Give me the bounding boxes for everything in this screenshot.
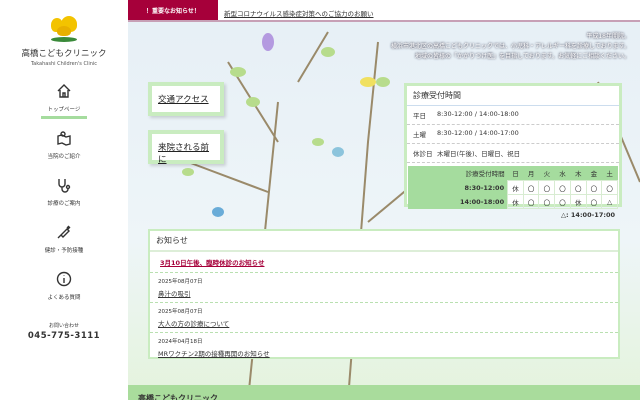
news-title: お知らせ	[150, 231, 618, 252]
hours-row: 休診日 木曜日(午後)、日曜日、祝日	[407, 144, 619, 163]
important-notice: ！重要なお知らせ！ 新型コロナウイルス感染症対策へのご協力のお願い	[128, 0, 640, 22]
table-header: 診療受付時間	[408, 166, 508, 181]
table-cell: 〇	[538, 194, 556, 209]
news-link[interactable]: MRワクチン2期の接種再開のお知らせ	[158, 348, 610, 358]
access-button[interactable]: 交通アクセス	[148, 82, 224, 116]
stethoscope-icon	[58, 179, 71, 193]
phone-number[interactable]: 045-775-3111	[0, 331, 128, 341]
nav-top[interactable]: トップページ	[0, 81, 128, 128]
hours-key: 平日	[413, 112, 426, 120]
table-cell: 〇	[569, 180, 587, 195]
news-urgent-link[interactable]: 3月10日午後、臨時休診のお知らせ	[150, 252, 618, 273]
news-item: 2025年08月07日鼻汁の吸引	[150, 273, 618, 303]
news-item: 2024年04月18日 MRワクチン2期の接種再開のお知らせ	[150, 333, 618, 363]
footer-title: 高橋こどもクリニック	[128, 385, 640, 400]
nav-vaccination[interactable]: 健診・予防接種	[0, 222, 128, 269]
hours-key: 土曜	[413, 131, 426, 139]
news-date: 2024年04月18日	[158, 339, 203, 345]
table-header: 金	[586, 166, 602, 181]
nav-faq[interactable]: よくある質問	[0, 269, 128, 316]
table-cell: 〇	[522, 180, 540, 195]
nav-about[interactable]: 当院のご紹介	[0, 128, 128, 175]
news-date: 2025年08月07日	[158, 279, 203, 285]
brand-name-en: Takahashi Children's Clinic	[30, 61, 98, 67]
table-cell: △	[601, 194, 618, 209]
hours-note: △: 14:00-17:00	[561, 211, 615, 219]
hours-value: 8:30-12:00 / 14:00-18:00	[437, 110, 519, 118]
notice-label: ！重要なお知らせ！	[128, 0, 218, 20]
active-indicator	[41, 116, 87, 119]
notice-link[interactable]: 新型コロナウイルス感染症対策へのご協力のお願い	[218, 0, 380, 20]
table-cell: 〇	[538, 180, 556, 195]
hours-title: 診療受付時間	[407, 86, 619, 106]
news-link[interactable]: 鼻汁の吸引	[158, 288, 610, 298]
nav-label: トップページ	[47, 107, 81, 113]
hours-table: 診療受付時間日月火水木金土 8:30-12:00 休〇〇〇〇〇〇 14:00-18:0…	[408, 166, 618, 209]
table-cell: 〇	[601, 180, 618, 195]
news-link[interactable]: 大人の方の診療について	[158, 318, 610, 328]
table-cell: 〇	[522, 194, 540, 209]
map-pin-icon	[57, 131, 71, 146]
main-content: ！重要なお知らせ！ 新型コロナウイルス感染症対策へのご協力のお願い 平成18年開…	[128, 0, 640, 400]
table-cell: 8:30-12:00	[408, 180, 508, 195]
table-cell: 〇	[585, 180, 603, 195]
sidebar: 高橋こどもクリニック Takahashi Children's Clinic ト…	[0, 0, 128, 400]
news-item: 2025年08月07日大人の方の診療について	[150, 303, 618, 333]
nav-label: よくある質問	[47, 295, 81, 301]
hours-row: 平日 8:30-12:00 / 14:00-18:00	[407, 106, 619, 125]
table-header: 日	[507, 166, 524, 181]
nav-medical[interactable]: 診療のご案内	[0, 175, 128, 222]
hours-value: 木曜日(午後)、日曜日、祝日	[437, 150, 521, 158]
table-cell: 休	[507, 194, 524, 209]
contact-label: お問い合わせ	[48, 323, 79, 329]
table-header: 水	[554, 166, 571, 181]
hours-key: 休診日	[413, 150, 433, 158]
hours-row: 土曜 8:30-12:00 / 14:00-17:00	[407, 125, 619, 144]
table-header: 月	[523, 166, 539, 181]
nav-label: 診療のご案内	[47, 201, 81, 207]
nav-label: 健診・予防接種	[44, 248, 84, 254]
intro-line: 横浜市港北区の高橋こどもクリニックでは、小児科・アレルギー科を診療しております。	[390, 43, 630, 50]
news-date: 2025年08月07日	[158, 309, 203, 315]
intro-line: 地域の皆様の「かかりつけ医」を目指しております。お気軽にご相談ください。	[415, 53, 630, 60]
syringe-icon	[57, 225, 71, 239]
hours-value: 8:30-12:00 / 14:00-17:00	[437, 129, 519, 137]
table-header: 木	[570, 166, 587, 181]
table-cell: 〇	[585, 194, 603, 209]
brand-name: 高橋こどもクリニック	[21, 49, 107, 59]
intro-line: 平成18年開院。	[586, 33, 630, 40]
intro-text: 平成18年開院。 横浜市港北区の高橋こどもクリニックでは、小児科・アレルギー科を…	[391, 32, 630, 62]
nav-label: 当院のご紹介	[47, 154, 81, 160]
hours-panel: 診療受付時間 平日 8:30-12:00 / 14:00-18:00 土曜 8:30…	[404, 83, 622, 219]
table-header: 火	[538, 166, 555, 181]
table-cell: 〇	[554, 194, 571, 209]
news-panel: お知らせ 3月10日午後、臨時休診のお知らせ 2025年08月07日 鼻汁の吸引 …	[148, 229, 620, 359]
table-cell: 〇	[554, 180, 571, 195]
table-cell: 14:00-18:00	[408, 194, 508, 209]
table-cell: 休	[569, 194, 587, 209]
table-cell: 休	[507, 180, 524, 195]
before-visit-button[interactable]: 来院される前に	[148, 130, 224, 165]
table-header: 土	[601, 166, 618, 181]
home-icon	[57, 84, 71, 98]
clinic-logo-icon[interactable]	[47, 16, 81, 42]
info-icon	[56, 271, 72, 287]
